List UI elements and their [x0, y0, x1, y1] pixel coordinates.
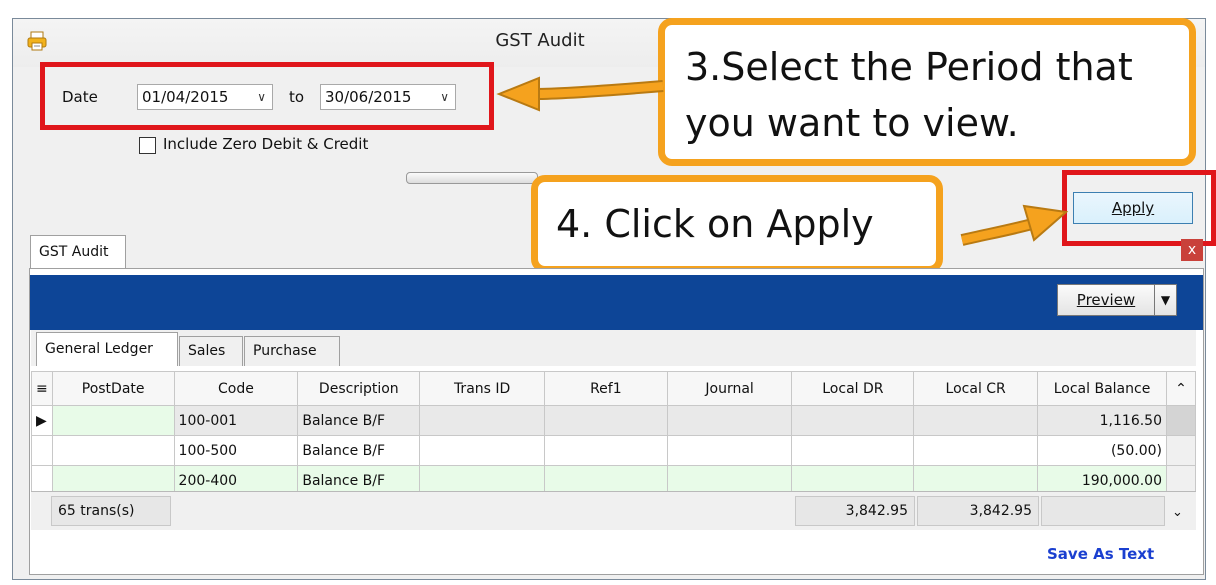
cell-local-cr[interactable]: [913, 405, 1039, 436]
transaction-count: 65 trans(s): [51, 496, 171, 526]
arrow-to-apply-icon: [960, 204, 1069, 246]
scrollbar-track[interactable]: [1165, 435, 1197, 466]
cell-code[interactable]: 100-001: [173, 405, 299, 436]
window-title: GST Audit: [495, 30, 585, 51]
to-label: to: [289, 88, 305, 106]
cell-ref1[interactable]: [544, 435, 668, 466]
scroll-up-icon[interactable]: ⌃: [1165, 371, 1197, 406]
caret-down-icon: ▼: [1160, 293, 1171, 307]
from-date-combo[interactable]: 01/04/2015 ∨: [137, 84, 273, 110]
col-local-cr[interactable]: Local CR: [913, 371, 1039, 406]
tab-gst-audit[interactable]: GST Audit: [30, 235, 126, 269]
cell-journal[interactable]: [666, 405, 793, 436]
table-row[interactable]: ▶ 100-001 Balance B/F 1,116.50: [31, 405, 1197, 436]
printer-icon: [26, 30, 48, 52]
chevron-down-icon: ∨: [440, 90, 449, 104]
tab-purchase[interactable]: Purchase: [244, 336, 340, 366]
date-label: Date: [62, 88, 98, 106]
col-local-dr[interactable]: Local DR: [791, 371, 915, 406]
from-date-value: 01/04/2015: [142, 88, 229, 106]
preview-dropdown-button[interactable]: ▼: [1155, 284, 1177, 316]
cell-code[interactable]: 100-500: [173, 435, 299, 466]
column-chooser-icon[interactable]: ≡: [31, 371, 53, 406]
cell-local-cr[interactable]: [913, 435, 1039, 466]
scrollbar-thumb[interactable]: [1165, 405, 1197, 436]
tab-sales[interactable]: Sales: [179, 336, 243, 366]
progress-bar: [406, 172, 538, 184]
row-indicator-icon: ▶: [31, 405, 53, 436]
preview-label: Preview: [1076, 291, 1136, 309]
include-zero-checkbox[interactable]: [139, 137, 156, 154]
apply-button[interactable]: Apply: [1073, 192, 1193, 224]
cell-description[interactable]: Balance B/F: [297, 435, 421, 466]
arrow-to-date-icon: [496, 76, 664, 112]
step3-callout: 3.Select the Period that you want to vie…: [658, 18, 1196, 166]
col-code[interactable]: Code: [173, 371, 299, 406]
cell-trans-id[interactable]: [419, 405, 546, 436]
total-local-balance: [1041, 496, 1165, 526]
col-description[interactable]: Description: [297, 371, 421, 406]
include-zero-label: Include Zero Debit & Credit: [163, 135, 369, 153]
cell-ref1[interactable]: [544, 405, 668, 436]
tab-general-ledger[interactable]: General Ledger: [36, 332, 178, 366]
total-local-cr: 3,842.95: [917, 496, 1039, 526]
table-row[interactable]: 100-500 Balance B/F (50.00): [31, 435, 1197, 466]
close-icon[interactable]: x: [1181, 239, 1203, 261]
total-local-dr: 3,842.95: [795, 496, 915, 526]
col-postdate[interactable]: PostDate: [51, 371, 175, 406]
step4-callout: 4. Click on Apply: [531, 175, 943, 273]
grid-header: ≡ PostDate Code Description Trans ID Ref…: [31, 371, 1197, 406]
row-indicator: [31, 435, 53, 466]
to-date-value: 30/06/2015: [325, 88, 412, 106]
cell-local-balance[interactable]: 1,116.50: [1037, 405, 1167, 436]
chevron-down-icon: ∨: [257, 90, 266, 104]
cell-trans-id[interactable]: [419, 435, 546, 466]
col-local-balance[interactable]: Local Balance: [1037, 371, 1167, 406]
toolbar-bar: [30, 275, 1203, 330]
cell-local-dr[interactable]: [791, 435, 915, 466]
scroll-down-icon[interactable]: ⌄: [1172, 505, 1183, 520]
cell-postdate[interactable]: [51, 405, 175, 436]
ledger-grid: ≡ PostDate Code Description Trans ID Ref…: [31, 371, 1197, 496]
cell-description[interactable]: Balance B/F: [297, 405, 421, 436]
cell-postdate[interactable]: [51, 435, 175, 466]
preview-button[interactable]: Preview: [1057, 284, 1155, 316]
cell-local-dr[interactable]: [791, 405, 915, 436]
save-as-text-link[interactable]: Save As Text: [1047, 545, 1154, 563]
cell-local-balance[interactable]: (50.00): [1037, 435, 1167, 466]
to-date-combo[interactable]: 30/06/2015 ∨: [320, 84, 456, 110]
col-trans-id[interactable]: Trans ID: [419, 371, 546, 406]
cell-journal[interactable]: [666, 435, 793, 466]
col-journal[interactable]: Journal: [666, 371, 793, 406]
col-ref1[interactable]: Ref1: [544, 371, 668, 406]
